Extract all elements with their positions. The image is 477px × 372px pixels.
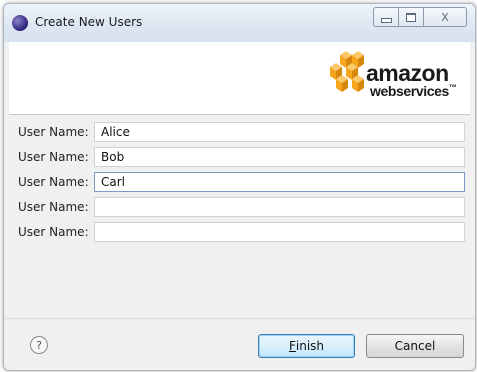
dialog-footer: ? Finish Cancel bbox=[4, 318, 475, 370]
user-name-input-3[interactable] bbox=[94, 172, 465, 192]
close-button[interactable]: X bbox=[424, 7, 467, 27]
logo-wordmark-top: amazon bbox=[366, 60, 449, 86]
user-name-label: User Name: bbox=[18, 125, 89, 139]
minimize-button[interactable] bbox=[373, 7, 399, 27]
window-title: Create New Users bbox=[35, 15, 143, 29]
finish-label: inish bbox=[295, 339, 325, 353]
minimize-icon bbox=[380, 17, 392, 23]
aws-cubes-icon bbox=[330, 51, 364, 92]
user-name-label: User Name: bbox=[18, 175, 89, 189]
user-name-label: User Name: bbox=[18, 150, 89, 164]
window-controls: X bbox=[373, 7, 467, 27]
wizard-banner: amazon webservices™ bbox=[9, 42, 470, 115]
user-row-3: User Name: bbox=[9, 172, 470, 194]
maximize-icon bbox=[406, 12, 416, 22]
user-name-form: User Name: User Name: User Name: User Na… bbox=[9, 115, 470, 317]
user-name-input-1[interactable] bbox=[94, 122, 465, 142]
create-users-dialog: Create New Users X amazon webservices™ U… bbox=[3, 3, 476, 371]
user-name-input-2[interactable] bbox=[94, 147, 465, 167]
user-row-5: User Name: bbox=[9, 222, 470, 244]
aws-logo: amazon webservices™ bbox=[322, 49, 462, 105]
title-bar[interactable]: Create New Users X bbox=[4, 4, 475, 42]
user-name-label: User Name: bbox=[18, 225, 89, 239]
logo-wordmark-bottom: webservices™ bbox=[370, 83, 457, 99]
close-icon: X bbox=[441, 10, 449, 24]
finish-mnemonic: F bbox=[288, 339, 296, 353]
cancel-button[interactable]: Cancel bbox=[366, 334, 464, 358]
maximize-button[interactable] bbox=[399, 7, 424, 27]
user-name-input-4[interactable] bbox=[94, 197, 465, 217]
user-row-2: User Name: bbox=[9, 147, 470, 169]
user-name-label: User Name: bbox=[18, 200, 89, 214]
user-name-input-5[interactable] bbox=[94, 222, 465, 242]
user-row-4: User Name: bbox=[9, 197, 470, 219]
finish-button[interactable]: Finish bbox=[258, 334, 355, 358]
eclipse-icon bbox=[12, 15, 28, 31]
help-icon[interactable]: ? bbox=[30, 336, 48, 354]
user-row-1: User Name: bbox=[9, 122, 470, 144]
